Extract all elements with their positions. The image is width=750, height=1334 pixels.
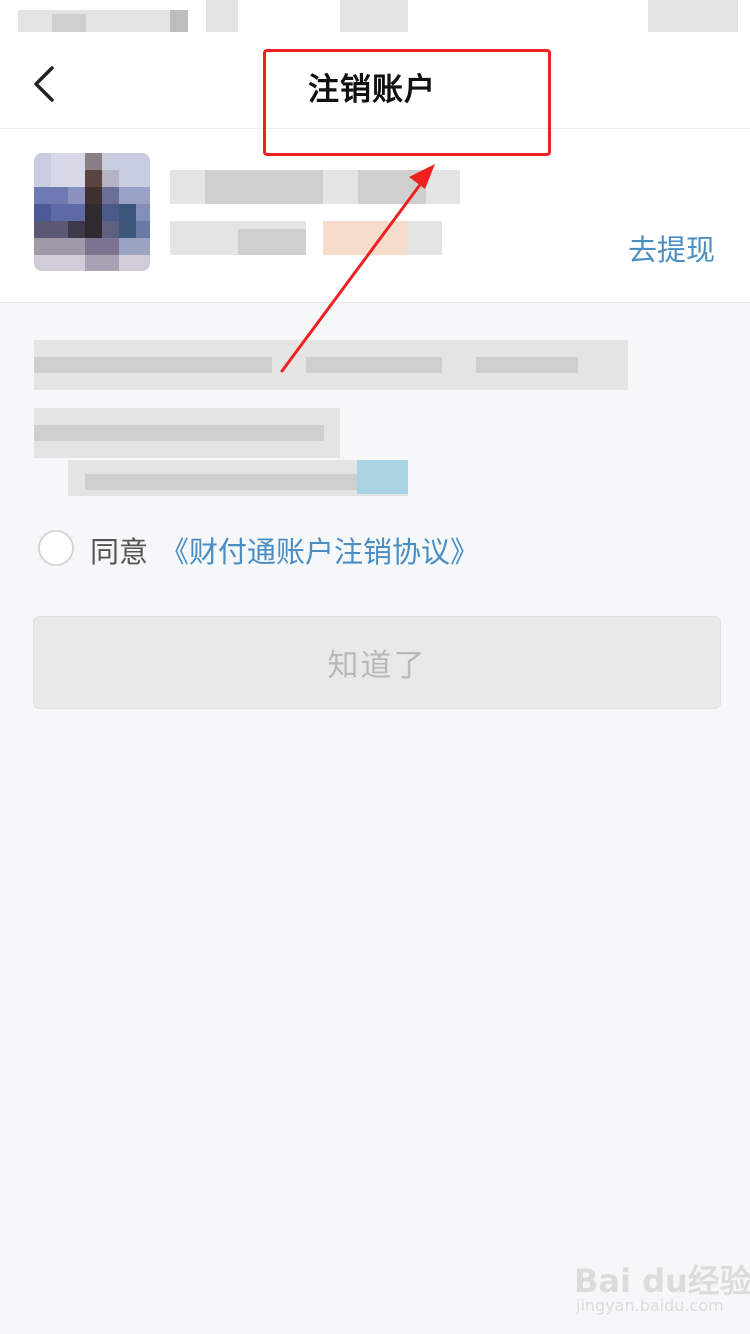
watermark: Bai du经验 jingyan.baidu.com [574, 1256, 750, 1318]
blurred-notice-link [357, 460, 408, 494]
blurred-notice-line-2-dark [34, 425, 324, 441]
agree-radio[interactable] [38, 530, 74, 566]
agreement-link[interactable]: 《财付通账户注销协议》 [160, 529, 479, 571]
watermark-url: jingyan.baidu.com [576, 1296, 724, 1315]
annotation-arrow-icon [280, 164, 435, 373]
ok-button[interactable]: 知道了 [33, 616, 721, 709]
blurred-notice-line-3-dark [85, 474, 357, 490]
agree-label: 同意 [90, 535, 149, 569]
agreement-row: 同意 《财付通账户注销协议》 [36, 527, 516, 571]
